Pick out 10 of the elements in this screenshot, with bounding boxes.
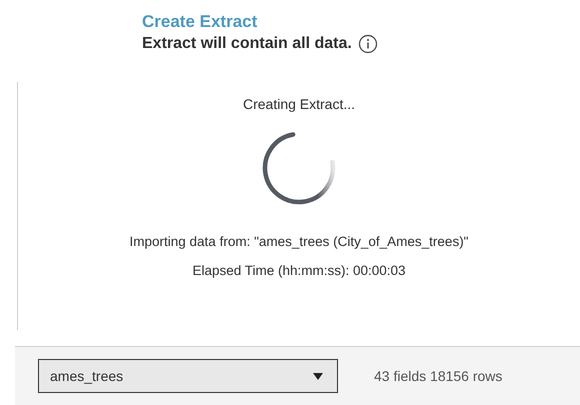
import-source-text: Importing data from: "ames_trees (City_of_Ames_trees)": [130, 234, 468, 249]
table-dropdown[interactable]: ames_trees: [38, 359, 338, 393]
field-row-count: 43 fields 18156 rows: [374, 368, 502, 384]
extract-description: Extract will contain all data.: [142, 35, 352, 53]
status-text: Creating Extract...: [242, 96, 356, 112]
loading-spinner-icon: [261, 130, 337, 206]
info-icon[interactable]: [358, 34, 378, 54]
caret-icon: [313, 372, 323, 380]
elapsed-time-text: Elapsed Time (hh:mm:ss): 00:00:03: [192, 263, 406, 278]
dialog-title: Create Extract: [142, 12, 258, 32]
